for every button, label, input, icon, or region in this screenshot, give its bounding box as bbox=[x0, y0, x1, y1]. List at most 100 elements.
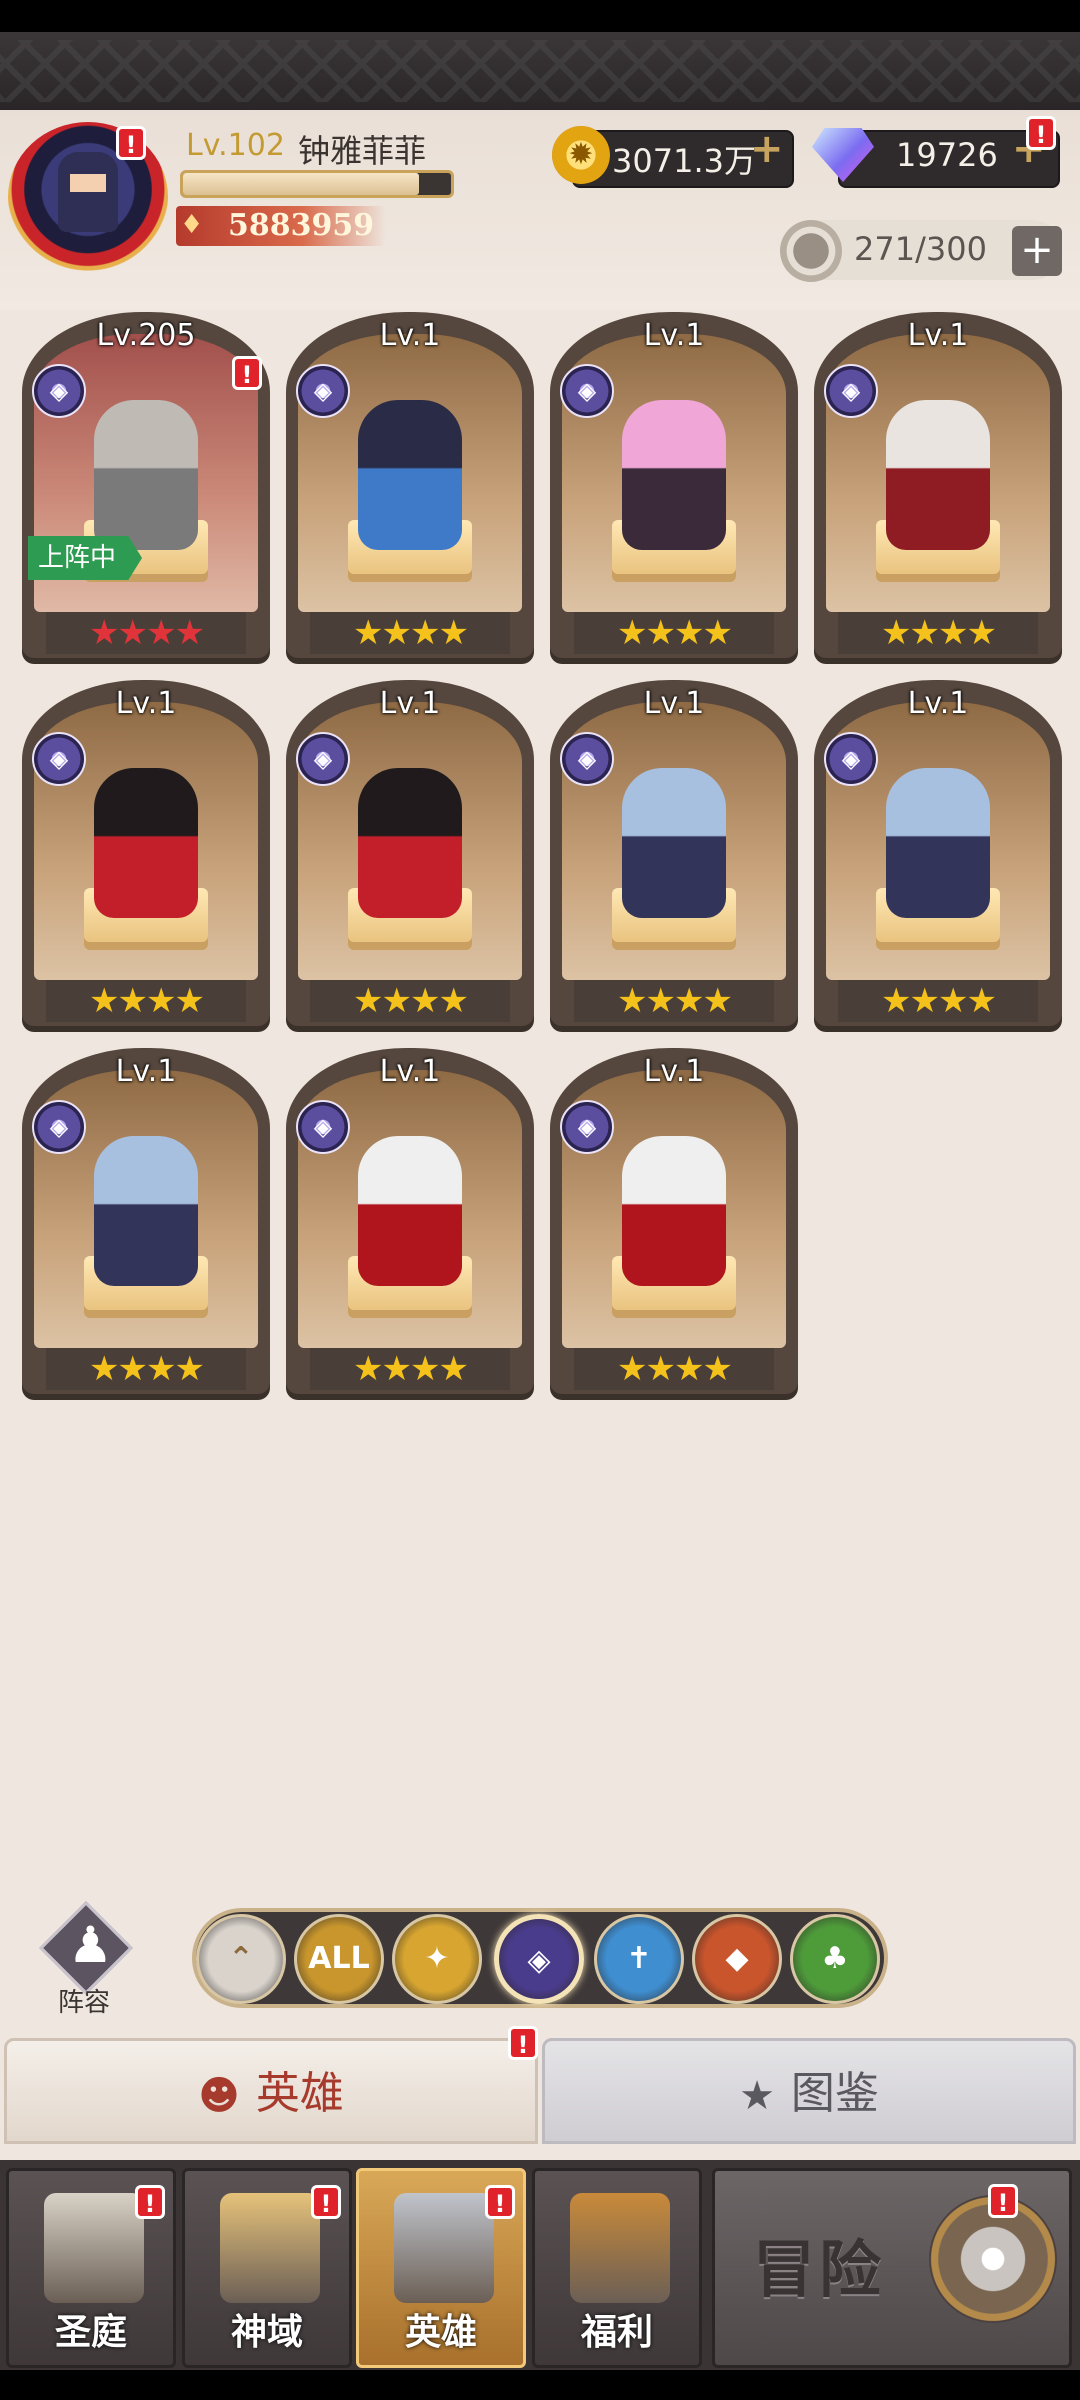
beast-faction-icon[interactable]: ◆ bbox=[692, 1914, 782, 2004]
chess-pawn-icon: ♟ bbox=[68, 1916, 113, 1974]
nav-adventure[interactable]: 冒险 bbox=[712, 2168, 1072, 2368]
nav-adventure-alert-icon: ! bbox=[988, 2184, 1018, 2218]
hero-card[interactable]: Lv.1 ◈ ★★★★ bbox=[550, 1048, 798, 1394]
dark-faction-icon[interactable]: ◈ bbox=[494, 1914, 584, 2004]
gold-amount: 3071.3万 bbox=[612, 142, 756, 180]
deployed-badge: 上阵中 bbox=[28, 536, 143, 580]
gem-alert-icon: ! bbox=[1026, 116, 1056, 150]
hero-card[interactable]: Lv.205 ◈ ★★★★ 上阵中! bbox=[22, 312, 270, 658]
hero-card[interactable]: Lv.1 ◈ ★★★★ bbox=[550, 680, 798, 1026]
formation-button[interactable]: ♟ 阵容 bbox=[34, 1901, 134, 2018]
hero-card[interactable]: Lv.1 ◈ ★★★★ bbox=[22, 1048, 270, 1394]
exp-bar-fill bbox=[183, 173, 419, 195]
dark-faction-icon: ◈ bbox=[296, 364, 350, 418]
avatar-alert-icon: ! bbox=[116, 126, 146, 160]
hero-sprite bbox=[622, 1136, 726, 1286]
hero-sprite bbox=[358, 1136, 462, 1286]
hero-sprite bbox=[94, 1136, 198, 1286]
gem-amount: 19726 bbox=[896, 136, 998, 174]
hero-card[interactable]: Lv.1 ◈ ★★★★ bbox=[286, 1048, 534, 1394]
dark-faction-icon: ◈ bbox=[560, 364, 614, 418]
hero-level: Lv.1 bbox=[115, 686, 177, 721]
gold-add-icon[interactable]: + bbox=[750, 126, 784, 172]
nav-item[interactable]: 英雄! bbox=[356, 2168, 526, 2368]
hero-face-icon: ☻ bbox=[198, 2073, 240, 2119]
hero-card[interactable]: Lv.1 ◈ ★★★★ bbox=[814, 312, 1062, 658]
system-nav-bar bbox=[0, 2370, 1080, 2400]
combat-power-value: 5883959 bbox=[228, 208, 375, 243]
dark-faction-icon: ◈ bbox=[32, 1100, 86, 1154]
dark-faction-icon: ◈ bbox=[560, 1100, 614, 1154]
hero-card[interactable]: Lv.1 ◈ ★★★★ bbox=[286, 312, 534, 658]
hero-sprite bbox=[886, 400, 990, 550]
hero-sprite bbox=[886, 768, 990, 918]
hero-stars: ★★★★ bbox=[46, 980, 246, 1022]
tab-heroes-label: 英雄 bbox=[255, 2068, 344, 2119]
dark-faction-icon: ◈ bbox=[824, 732, 878, 786]
power-icon: ♦ bbox=[180, 210, 204, 240]
player-name: 钟雅菲菲 bbox=[298, 132, 427, 170]
hero-sprite bbox=[622, 400, 726, 550]
dark-faction-icon: ◈ bbox=[296, 732, 350, 786]
avatar-face bbox=[70, 174, 106, 192]
hero-card[interactable]: Lv.1 ◈ ★★★★ bbox=[286, 680, 534, 1026]
hero-capacity: 271/300 + bbox=[780, 220, 1062, 282]
codex-star-icon: ★ bbox=[739, 2073, 775, 2119]
expand-capacity-button[interactable]: + bbox=[1012, 226, 1062, 276]
hero-level: Lv.1 bbox=[643, 318, 705, 353]
nav-alert-icon: ! bbox=[135, 2185, 165, 2219]
chevron-up-icon[interactable]: ⌃ bbox=[196, 1914, 286, 2004]
tab-hero-codex-label: 图鉴 bbox=[790, 2068, 879, 2119]
nav-alert-icon: ! bbox=[311, 2185, 341, 2219]
hero-card[interactable]: Lv.1 ◈ ★★★★ bbox=[550, 312, 798, 658]
tab-heroes-alert-icon: ! bbox=[508, 2026, 538, 2060]
nav-item[interactable]: 圣庭! bbox=[6, 2168, 176, 2368]
hero-stars: ★★★★ bbox=[838, 612, 1038, 654]
hero-level: Lv.1 bbox=[643, 1054, 705, 1089]
hero-stars: ★★★★ bbox=[46, 612, 246, 654]
dark-faction-icon: ◈ bbox=[32, 364, 86, 418]
nav-item[interactable]: 神域! bbox=[182, 2168, 352, 2368]
hero-stars: ★★★★ bbox=[46, 1348, 246, 1390]
hero-capacity-count: 271/300 bbox=[854, 230, 987, 268]
hero-sprite bbox=[622, 768, 726, 918]
light-faction-icon[interactable]: ✦ bbox=[392, 1914, 482, 2004]
hero-level: Lv.1 bbox=[907, 318, 969, 353]
tab-heroes[interactable]: ☻ 英雄 bbox=[4, 2038, 538, 2144]
nature-faction-icon[interactable]: ♣ bbox=[790, 1914, 880, 2004]
decorative-top-band bbox=[0, 32, 1080, 114]
tab-hero-codex[interactable]: ★ 图鉴 bbox=[542, 2038, 1076, 2144]
formation-label: 阵容 bbox=[57, 1988, 110, 2018]
nav-alert-icon: ! bbox=[485, 2185, 515, 2219]
nav-adventure-label: 冒险 bbox=[753, 2233, 886, 2306]
hero-stars: ★★★★ bbox=[310, 612, 510, 654]
all-factions-icon[interactable]: ALL bbox=[294, 1914, 384, 2004]
hero-stars: ★★★★ bbox=[574, 612, 774, 654]
nav-item-label: 福利 bbox=[580, 2312, 653, 2353]
hero-level: Lv.205 bbox=[96, 318, 196, 353]
hero-sprite bbox=[358, 768, 462, 918]
dark-faction-icon: ◈ bbox=[32, 732, 86, 786]
hero-capacity-icon bbox=[780, 220, 842, 282]
treasure-chest-icon bbox=[570, 2193, 670, 2303]
hero-level: Lv.1 bbox=[643, 686, 705, 721]
gold-coin-icon: ✹ bbox=[552, 126, 610, 184]
sanctuary-icon bbox=[44, 2193, 144, 2303]
hero-card[interactable]: Lv.1 ◈ ★★★★ bbox=[814, 680, 1062, 1026]
nav-item[interactable]: 福利 bbox=[532, 2168, 702, 2368]
divine-realm-icon bbox=[220, 2193, 320, 2303]
hero-card[interactable]: Lv.1 ◈ ★★★★ bbox=[22, 680, 270, 1026]
hero-alert-icon: ! bbox=[232, 356, 262, 390]
player-level: Lv.102 bbox=[186, 128, 285, 163]
hero-helmet-icon bbox=[394, 2193, 494, 2303]
dark-faction-icon: ◈ bbox=[824, 364, 878, 418]
combat-power: ♦ 5883959 bbox=[176, 206, 386, 246]
nav-item-label: 圣庭 bbox=[54, 2312, 127, 2353]
holy-faction-icon[interactable]: ✝ bbox=[594, 1914, 684, 2004]
hero-level: Lv.1 bbox=[379, 1054, 441, 1089]
hero-stars: ★★★★ bbox=[310, 980, 510, 1022]
hero-level: Lv.1 bbox=[115, 1054, 177, 1089]
avatar-ninja-icon bbox=[58, 152, 118, 232]
hero-stars: ★★★★ bbox=[574, 1348, 774, 1390]
hero-stars: ★★★★ bbox=[838, 980, 1038, 1022]
